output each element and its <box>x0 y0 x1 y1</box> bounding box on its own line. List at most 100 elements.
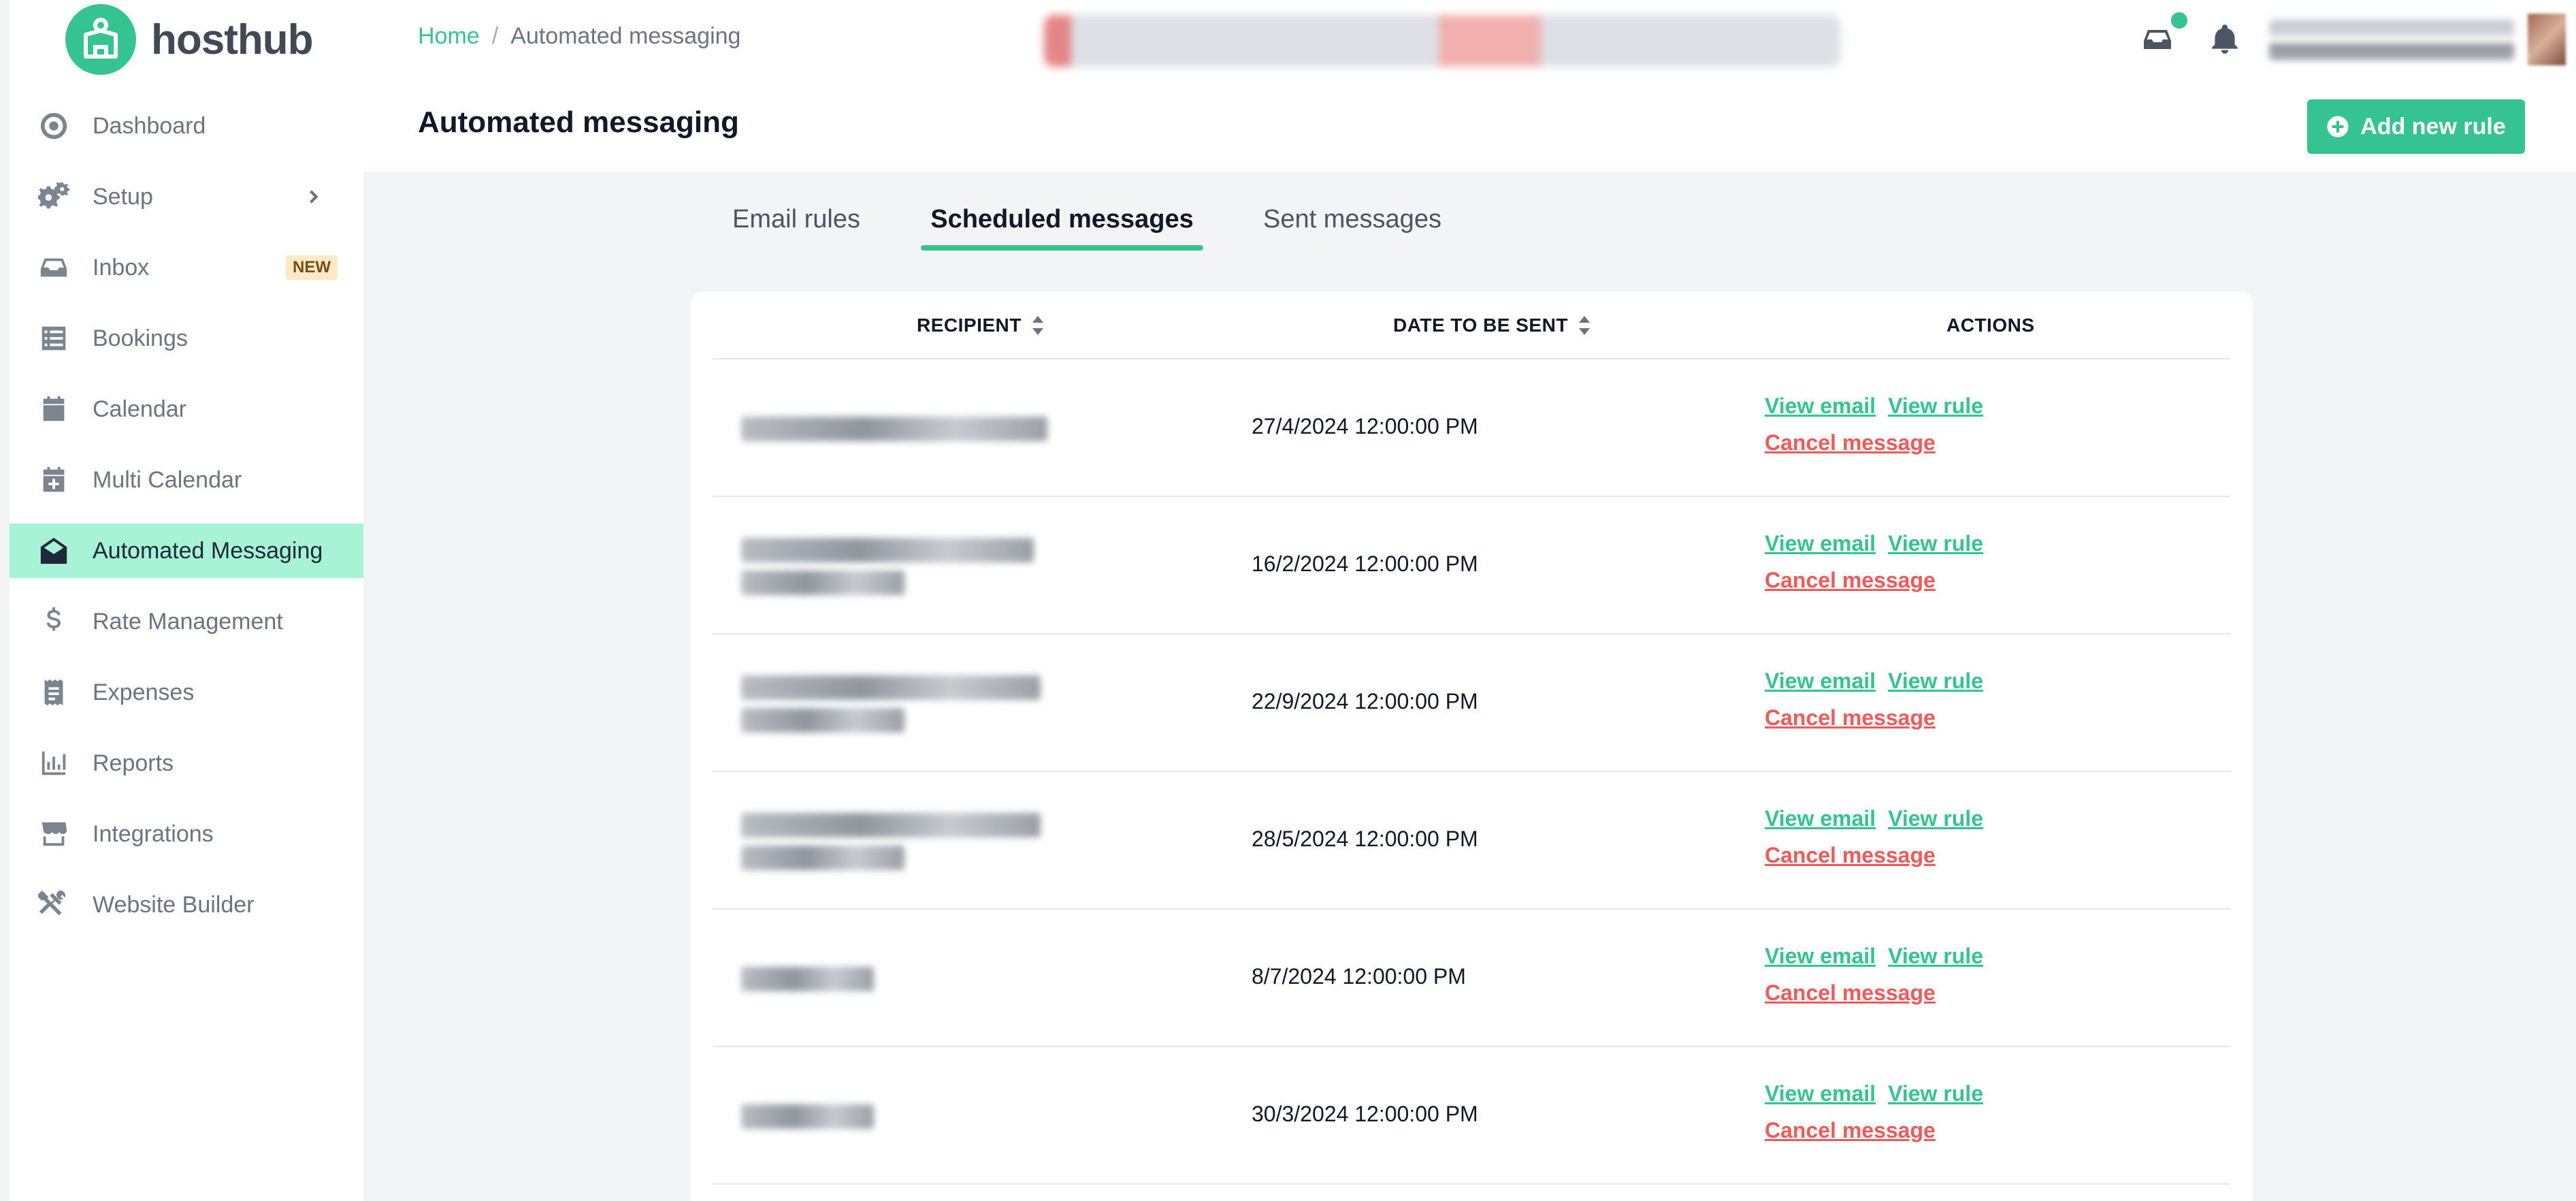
view-rule-link[interactable]: View rule <box>1888 1081 1983 1106</box>
column-header-date[interactable]: DATE TO BE SENT <box>1393 291 1591 359</box>
view-rule-link[interactable]: View rule <box>1888 806 1983 831</box>
redacted-user-name[interactable] <box>2269 19 2514 60</box>
breadcrumb-current: Automated messaging <box>510 23 741 49</box>
sidebar-item-setup[interactable]: Setup <box>10 170 363 224</box>
table-header: RECIPIENT DATE TO BE SENT ACTIONS <box>713 291 2230 359</box>
sidebar-item-inbox[interactable]: Inbox NEW <box>10 240 363 295</box>
redacted-recipient <box>741 708 904 733</box>
view-email-link[interactable]: View email <box>1765 806 1876 831</box>
dashboard-icon <box>37 109 71 143</box>
actions-cell: View email View rule Cancel message <box>1765 531 1983 593</box>
sidebar-item-expenses[interactable]: Expenses <box>10 665 363 720</box>
tab-scheduled-messages[interactable]: Scheduled messages <box>921 185 1203 253</box>
view-rule-link[interactable]: View rule <box>1888 944 1983 969</box>
new-badge: NEW <box>286 255 338 280</box>
calendar-icon <box>37 392 71 426</box>
add-new-rule-label: Add new rule <box>2360 113 2506 140</box>
redacted-recipient <box>741 813 1041 837</box>
avatar[interactable] <box>2528 14 2566 65</box>
logo[interactable]: hosthub <box>65 4 313 75</box>
add-new-rule-button[interactable]: Add new rule <box>2307 99 2525 154</box>
header: Home / Automated messaging Automated mes… <box>363 0 2576 172</box>
cancel-message-link[interactable]: Cancel message <box>1765 568 1936 593</box>
redacted-recipient <box>741 967 874 991</box>
redacted-recipient <box>741 571 904 595</box>
receipt-icon <box>37 675 71 709</box>
view-email-link[interactable]: View email <box>1765 394 1876 419</box>
breadcrumb-separator: / <box>491 23 499 49</box>
recipient-cell <box>713 497 1140 633</box>
logo-mark-icon <box>65 4 136 75</box>
redacted-recipient <box>741 538 1034 562</box>
bell-icon[interactable] <box>2208 22 2242 56</box>
sidebar-item-label: Integrations <box>93 820 214 847</box>
scheduled-messages-table: RECIPIENT DATE TO BE SENT ACTIONS 27/4/2… <box>691 291 2253 1201</box>
bar-chart-icon <box>37 746 71 780</box>
sidebar-item-reports[interactable]: Reports <box>10 736 363 790</box>
sort-icon[interactable] <box>1031 316 1045 335</box>
view-rule-link[interactable]: View rule <box>1888 531 1983 556</box>
sidebar-nav: Dashboard Setup Inbox NEW Bookings Calen… <box>10 99 363 948</box>
sidebar: hosthub Dashboard Setup Inbox NEW Bookin… <box>10 0 363 1201</box>
column-header-recipient[interactable]: RECIPIENT <box>917 291 1045 359</box>
tab-sent-messages[interactable]: Sent messages <box>1260 185 1444 253</box>
breadcrumb: Home / Automated messaging <box>418 23 740 50</box>
sidebar-item-multi-calendar[interactable]: Multi Calendar <box>10 453 363 507</box>
unread-indicator <box>2171 12 2187 29</box>
store-icon <box>37 817 71 851</box>
recipient-cell <box>713 910 1140 1046</box>
sidebar-item-integrations[interactable]: Integrations <box>10 807 363 861</box>
redacted-recipient <box>741 1104 874 1129</box>
sidebar-item-website-builder[interactable]: Website Builder <box>10 878 363 932</box>
actions-cell: View email View rule Cancel message <box>1765 669 1983 731</box>
redacted-recipient <box>741 417 1047 441</box>
page-title: Automated messaging <box>418 106 739 139</box>
column-header-actions: ACTIONS <box>1946 315 2035 336</box>
breadcrumb-home-link[interactable]: Home <box>418 23 480 50</box>
cancel-message-link[interactable]: Cancel message <box>1765 980 1936 1006</box>
plus-circle-icon <box>2327 116 2349 138</box>
sidebar-item-dashboard[interactable]: Dashboard <box>10 99 363 153</box>
view-rule-link[interactable]: View rule <box>1888 669 1983 694</box>
table-row: 30/3/2024 12:00:00 PM View email View rule… <box>713 1047 2230 1185</box>
actions-cell: View email View rule Cancel message <box>1765 944 1983 1006</box>
view-email-link[interactable]: View email <box>1765 531 1876 556</box>
view-email-link[interactable]: View email <box>1765 1081 1876 1106</box>
tools-icon <box>37 888 71 922</box>
view-email-link[interactable]: View email <box>1765 944 1876 969</box>
recipient-cell <box>713 1047 1140 1183</box>
cancel-message-link[interactable]: Cancel message <box>1765 705 1936 731</box>
sidebar-item-calendar[interactable]: Calendar <box>10 382 363 436</box>
sidebar-item-rate-management[interactable]: Rate Management <box>10 594 363 649</box>
table-row: 22/9/2024 12:00:00 PM View email View rule… <box>713 635 2230 772</box>
tab-email-rules[interactable]: Email rules <box>704 185 888 253</box>
actions-cell: View email View rule Cancel message <box>1765 394 1983 455</box>
table-row: 28/5/2024 12:00:00 PM View email View rule… <box>713 772 2230 910</box>
date-cell: 8/7/2024 12:00:00 PM <box>1252 964 1466 989</box>
sidebar-item-label: Inbox <box>93 254 150 281</box>
sidebar-item-label: Reports <box>93 750 174 776</box>
cancel-message-link[interactable]: Cancel message <box>1765 1118 1936 1143</box>
table-row: 27/4/2024 12:00:00 PM View email View rule… <box>713 359 2230 497</box>
recipient-cell <box>713 635 1140 771</box>
cancel-message-link[interactable]: Cancel message <box>1765 430 1936 455</box>
date-cell: 22/9/2024 12:00:00 PM <box>1252 689 1478 714</box>
header-inbox-icon[interactable] <box>2141 23 2174 56</box>
sort-icon[interactable] <box>1578 316 1591 335</box>
calendar-plus-icon <box>37 463 71 497</box>
sidebar-item-bookings[interactable]: Bookings <box>10 311 363 366</box>
redacted-recipient <box>741 846 904 870</box>
sidebar-item-label: Calendar <box>93 396 186 422</box>
app-root: hosthub Dashboard Setup Inbox NEW Bookin… <box>0 0 2576 1201</box>
sidebar-item-automated-messaging[interactable]: Automated Messaging <box>10 524 363 578</box>
gears-icon <box>37 180 71 214</box>
table-row: 8/7/2024 12:00:00 PM View email View rule C… <box>713 910 2230 1047</box>
date-cell: 28/5/2024 12:00:00 PM <box>1252 827 1478 851</box>
cancel-message-link[interactable]: Cancel message <box>1765 843 1936 868</box>
actions-cell: View email View rule Cancel message <box>1765 806 1983 868</box>
tabs: Email rules Scheduled messages Sent mess… <box>704 185 1444 253</box>
envelope-open-icon <box>37 534 71 568</box>
redacted-banner <box>1044 15 1840 67</box>
view-rule-link[interactable]: View rule <box>1888 394 1983 419</box>
view-email-link[interactable]: View email <box>1765 669 1876 694</box>
